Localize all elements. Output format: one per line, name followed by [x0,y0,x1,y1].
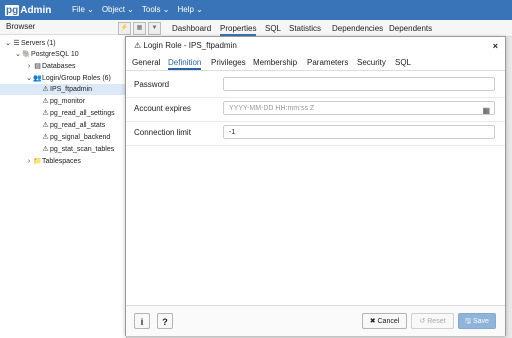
group-role-icon: ⚠ [42,98,49,105]
logo-admin: Admin [20,4,52,16]
tree-item-pg-stat-scan-tables[interactable]: ⚠pg_stat_scan_tables [41,144,114,155]
tree-label: PostgreSQL 10 [31,51,79,58]
password-label: Password [134,80,170,89]
login-role-icon: ⚠ [42,86,49,93]
connection-limit-label: Connection limit [134,128,191,137]
dialog-tabs: General Definition Privileges Membership… [126,56,505,71]
server-group-icon: ☰ [13,40,20,47]
account-expires-placeholder: YYYY-MM-DD HH:mm:ss Z [229,105,315,112]
login-role-icon: ⚠ [134,41,142,50]
tree-label: Tablespaces [42,158,81,165]
save-button[interactable]: 🖫 Save [458,313,496,329]
filter-icon[interactable]: ▼ [148,22,161,35]
tab-membership[interactable]: Membership [253,58,297,67]
dialog-title: ⚠ Login Role - IPS_ftpadmin [134,41,237,50]
tree-item-login-group-roles[interactable]: ⌄👥Login/Group Roles (6) [25,73,111,84]
dialog-footer: i ? ✖ Cancel ↺ Reset 🖫 Save [126,305,505,336]
tree-label: Servers (1) [21,40,56,47]
account-expires-field[interactable]: YYYY-MM-DD HH:mm:ss Z ▦ [223,101,495,115]
reset-button[interactable]: ↺ Reset [411,313,454,329]
password-field[interactable] [223,77,495,91]
group-role-icon: ⚠ [42,122,49,129]
close-icon[interactable]: × [493,37,498,55]
tree-item-pg-signal-backend[interactable]: ⚠pg_signal_backend [41,132,110,143]
login-role-dialog: ⚠ Login Role - IPS_ftpadmin × General De… [125,36,506,336]
tree-label: pg_read_all_stats [50,122,106,129]
menu-help[interactable]: Help ⌄ [177,5,202,14]
dialog-titlebar[interactable]: ⚠ Login Role - IPS_ftpadmin × [126,37,505,55]
tree-label: IPS_ftpadmin [50,86,93,93]
tab-parameters[interactable]: Parameters [307,58,348,67]
help-button[interactable]: ? [157,313,173,329]
tab-dashboard[interactable]: Dashboard [172,24,211,33]
tab-statistics[interactable]: Statistics [289,24,321,33]
roles-icon: 👥 [33,75,42,82]
tree-item-pg-monitor[interactable]: ⚠pg_monitor [41,96,85,107]
folder-icon: 📁 [33,158,42,165]
account-expires-label: Account expires [134,104,191,113]
chevron-down-icon[interactable]: ⌄ [14,49,22,60]
chevron-down-icon[interactable]: ⌄ [4,38,12,49]
tree-label: pg_stat_scan_tables [50,146,115,153]
pgadmin-logo: pg Admin [5,4,51,16]
browser-panel: Browser ⌄ ☰Servers (1) ⌄🐘PostgreSQL 10 › ▤… [0,20,127,338]
info-button[interactable]: i [134,313,150,329]
tree-label: pg_monitor [50,98,86,105]
main-tab-strip: ⚡ ▦ ▼ Dashboard Properties SQL Statistic… [118,20,512,37]
group-role-icon: ⚠ [42,110,49,117]
tab-sql[interactable]: SQL [265,24,281,33]
password-row: Password [126,73,505,98]
tab-security[interactable]: Security [357,58,386,67]
menu-tools[interactable]: Tools ⌄ [142,5,170,14]
tree-item-pg-read-all-settings[interactable]: ⚠pg_read_all_settings [41,108,115,119]
tab-dependents[interactable]: Dependents [389,24,432,33]
menu-file[interactable]: File ⌄ [72,5,94,14]
chevron-down-icon[interactable]: ⌄ [25,73,33,84]
tab-dependencies[interactable]: Dependencies [332,24,383,33]
cancel-button[interactable]: ✖ Cancel [362,313,407,329]
tree-item-pg-read-all-stats[interactable]: ⚠pg_read_all_stats [41,120,105,131]
group-role-icon: ⚠ [42,146,49,153]
calendar-icon[interactable]: ▦ [482,104,490,118]
tree-label: pg_read_all_settings [50,110,115,117]
query-tool-icon[interactable]: ⚡ [118,22,131,35]
chevron-right-icon[interactable]: › [25,156,33,167]
top-navbar: pg Admin File ⌄ Object ⌄ Tools ⌄ Help ⌄ [0,0,512,20]
connection-limit-field[interactable]: -1 [223,125,495,139]
tree-item-postgresql[interactable]: ⌄🐘PostgreSQL 10 [14,49,79,60]
postgresql-icon: 🐘 [22,51,31,58]
tree-item-databases[interactable]: › ▤Databases [25,61,76,72]
logo-pg: pg [5,4,20,16]
tree-item-ips-ftpadmin[interactable]: ⚠IPS_ftpadmin [0,84,126,95]
tab-sql[interactable]: SQL [395,58,411,67]
database-icon: ▤ [34,63,41,70]
group-role-icon: ⚠ [42,134,49,141]
tree-item-tablespaces[interactable]: › 📁Tablespaces [25,156,81,167]
tab-privileges[interactable]: Privileges [211,58,246,67]
tree-item-servers[interactable]: ⌄ ☰Servers (1) [4,38,56,49]
tree-label: Databases [42,63,76,70]
browser-title: Browser [0,20,126,35]
connection-limit-row: Connection limit -1 [126,121,505,146]
tab-definition[interactable]: Definition [168,58,202,70]
tab-properties[interactable]: Properties [220,24,257,36]
tree-label: Login/Group Roles (6) [42,75,111,82]
chevron-right-icon[interactable]: › [25,61,33,72]
account-expires-row: Account expires YYYY-MM-DD HH:mm:ss Z ▦ [126,97,505,122]
tab-general[interactable]: General [132,58,160,67]
menu-object[interactable]: Object ⌄ [102,5,134,14]
tree-label: pg_signal_backend [50,134,111,141]
grid-icon[interactable]: ▦ [133,22,146,35]
